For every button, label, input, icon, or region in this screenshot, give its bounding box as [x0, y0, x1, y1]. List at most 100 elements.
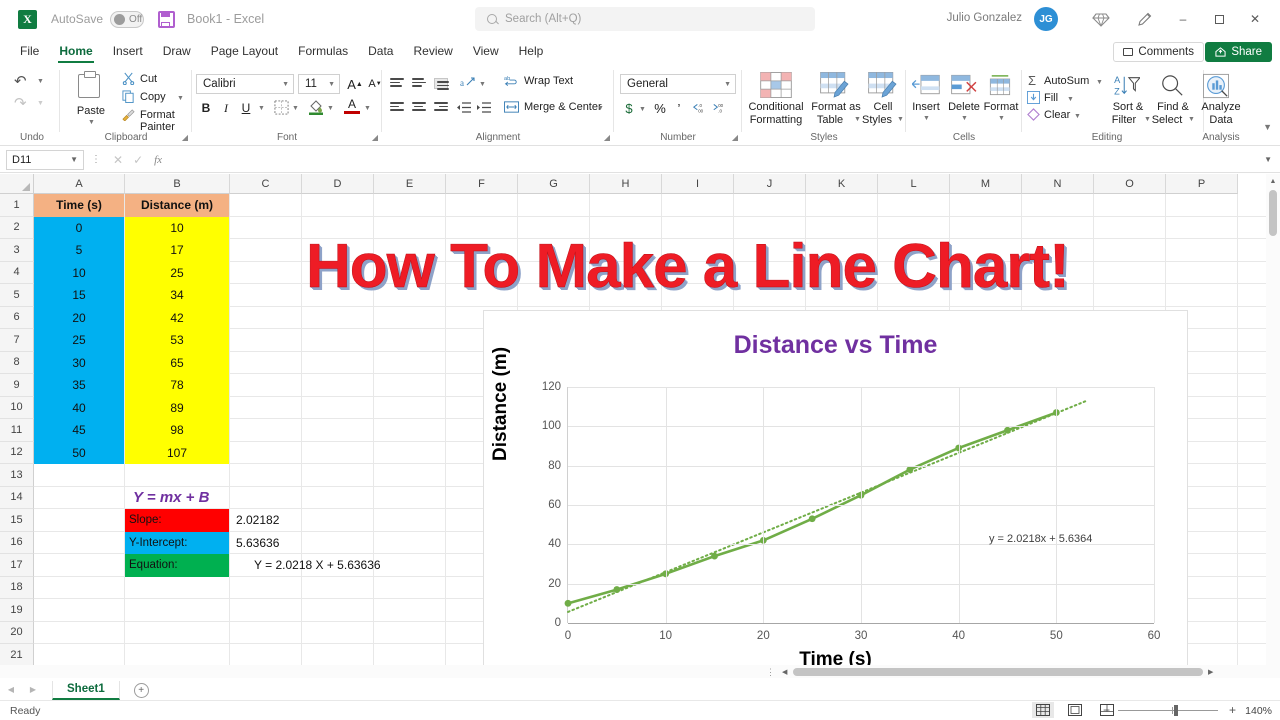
bold-button[interactable]: B — [197, 99, 215, 117]
cell-styles-dropdown-icon[interactable]: ▼ — [897, 116, 904, 123]
align-top-icon[interactable] — [390, 78, 404, 89]
cell-C1[interactable] — [230, 194, 302, 217]
conditional-formatting-button-line2[interactable]: Formatting — [744, 114, 808, 126]
cell-D12[interactable] — [302, 441, 374, 464]
format-dropdown-icon[interactable]: ▼ — [998, 115, 1005, 122]
cell-B19[interactable] — [125, 599, 230, 622]
cell-C6[interactable] — [230, 306, 302, 329]
cell-A19[interactable] — [34, 599, 125, 622]
cell-C10[interactable] — [230, 396, 302, 419]
cell-B9[interactable]: 78 — [125, 374, 230, 397]
column-header-i[interactable]: I — [662, 174, 734, 194]
cell-A9[interactable]: 35 — [34, 374, 125, 397]
cell-D9[interactable] — [302, 374, 374, 397]
row-header-9[interactable]: 9 — [0, 374, 34, 397]
cell-D18[interactable] — [302, 576, 374, 599]
close-button[interactable]: ✕ — [1238, 8, 1272, 30]
decrease-indent-icon[interactable] — [456, 102, 472, 114]
cell-D19[interactable] — [302, 599, 374, 622]
fill-dropdown-icon[interactable]: ▼ — [1067, 96, 1074, 103]
orientation-dropdown-icon[interactable]: ▼ — [479, 81, 486, 88]
name-box[interactable]: D11 ▼ — [6, 149, 84, 170]
alignment-dialog-launcher[interactable]: ◢ — [604, 133, 610, 142]
format-cells-button[interactable]: Format — [980, 101, 1022, 113]
tab-file[interactable]: File — [10, 42, 49, 60]
cell-C13[interactable] — [230, 464, 302, 487]
insert-cells-button[interactable]: Insert — [906, 101, 946, 113]
sheet-tab-sheet1[interactable]: Sheet1 — [52, 681, 120, 700]
cell-E19[interactable] — [374, 599, 446, 622]
split-handle[interactable]: ⋮ — [766, 667, 775, 678]
cell-B10[interactable]: 89 — [125, 396, 230, 419]
cell-B4[interactable]: 25 — [125, 261, 230, 284]
italic-button[interactable]: I — [217, 99, 235, 117]
zoom-out-button[interactable]: − — [1103, 703, 1110, 717]
cell-C21[interactable] — [230, 644, 302, 667]
cell-D21[interactable] — [302, 644, 374, 667]
cell-D10[interactable] — [302, 396, 374, 419]
avatar[interactable]: JG — [1034, 7, 1058, 31]
delete-cells-button[interactable]: Delete — [944, 101, 984, 113]
cell-O1[interactable] — [1094, 194, 1166, 217]
page-layout-view-button[interactable] — [1064, 702, 1086, 718]
align-left-icon[interactable] — [390, 102, 404, 113]
zoom-in-button[interactable]: + — [1229, 703, 1236, 717]
cell-B5[interactable]: 34 — [125, 284, 230, 307]
underline-dropdown-icon[interactable]: ▼ — [258, 105, 265, 112]
cut-button[interactable]: Cut — [140, 73, 157, 85]
cell-B13[interactable] — [125, 464, 230, 487]
cell-C17[interactable]: Y = 2.0218 X + 5.63636 — [230, 554, 381, 577]
row-header-7[interactable]: 7 — [0, 329, 34, 352]
cell-B12[interactable]: 107 — [125, 441, 230, 464]
redo-button[interactable]: ↷ — [14, 94, 27, 112]
share-button[interactable]: Share — [1205, 42, 1272, 62]
conditional-formatting-icon[interactable] — [760, 72, 792, 98]
row-header-13[interactable]: 13 — [0, 464, 34, 487]
cell-E7[interactable] — [374, 329, 446, 352]
cell-styles-icon[interactable] — [868, 72, 898, 98]
column-header-j[interactable]: J — [734, 174, 806, 194]
undo-dropdown-icon[interactable]: ▼ — [37, 78, 44, 85]
cell-C18[interactable] — [230, 576, 302, 599]
comma-format-button[interactable]: ’ — [672, 99, 686, 117]
row-header-2[interactable]: 2 — [0, 216, 34, 239]
column-header-f[interactable]: F — [446, 174, 518, 194]
cell-E18[interactable] — [374, 576, 446, 599]
cell-I1[interactable] — [662, 194, 734, 217]
paste-button[interactable]: Paste — [68, 105, 114, 117]
cell-B6[interactable]: 42 — [125, 306, 230, 329]
cancel-entry-icon[interactable]: ✕ — [113, 153, 123, 167]
row-header-18[interactable]: 18 — [0, 576, 34, 599]
cell-B16[interactable]: Y-Intercept: — [125, 531, 230, 554]
percent-format-button[interactable]: % — [652, 99, 668, 117]
cell-A8[interactable]: 30 — [34, 351, 125, 374]
align-center-icon[interactable] — [412, 102, 426, 113]
cell-C16[interactable]: 5.63636 — [230, 531, 302, 554]
align-bottom-icon[interactable] — [434, 78, 449, 90]
sort-filter-icon[interactable]: A Z — [1114, 74, 1140, 98]
ribbon-collapse-icon[interactable]: ▼ — [1263, 122, 1272, 132]
row-header-20[interactable]: 20 — [0, 621, 34, 644]
cell-P1[interactable] — [1166, 194, 1238, 217]
analyze-data-button-line2[interactable]: Data — [1186, 114, 1256, 126]
decrease-decimal-icon[interactable]: 00.0 — [712, 102, 728, 114]
tab-view[interactable]: View — [463, 42, 509, 60]
cell-A1[interactable]: Time (s) — [34, 194, 125, 217]
row-header-15[interactable]: 15 — [0, 509, 34, 532]
scroll-right-icon[interactable]: ▶ — [1208, 668, 1213, 676]
cell-E12[interactable] — [374, 441, 446, 464]
cell-D15[interactable] — [302, 509, 374, 532]
column-header-h[interactable]: H — [590, 174, 662, 194]
cell-E6[interactable] — [374, 306, 446, 329]
cell-A16[interactable] — [34, 531, 125, 554]
sort-filter-button-line2[interactable]: Filter — [1102, 114, 1146, 126]
cell-C9[interactable] — [230, 374, 302, 397]
cell-B2[interactable]: 10 — [125, 216, 230, 239]
wrap-text-button[interactable]: Wrap Text — [524, 75, 573, 87]
formula-input[interactable] — [168, 149, 1265, 170]
save-icon[interactable] — [158, 10, 176, 28]
cell-C15[interactable]: 2.02182 — [230, 509, 302, 532]
orientation-icon[interactable]: a — [460, 76, 476, 90]
column-header-o[interactable]: O — [1094, 174, 1166, 194]
column-header-l[interactable]: L — [878, 174, 950, 194]
